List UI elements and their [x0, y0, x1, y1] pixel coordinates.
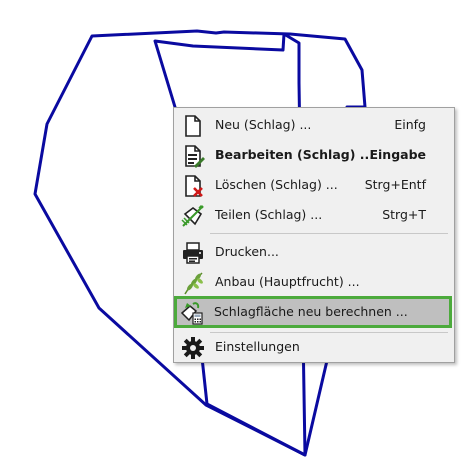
- menu-item-settings[interactable]: Einstellungen: [176, 333, 452, 362]
- menu-item-label: Bearbeiten (Schlag) ...: [215, 147, 375, 162]
- menu-item-label: Schlagfläche neu berechnen ...: [214, 304, 408, 319]
- new-document-icon: [181, 114, 205, 138]
- menu-separator: [210, 233, 448, 234]
- menu-item-main-crop[interactable]: Anbau (Hauptfrucht) ...: [176, 268, 452, 297]
- menu-item-label: Neu (Schlag) ...: [215, 117, 312, 132]
- menu-item-edit-field[interactable]: Bearbeiten (Schlag) ... Eingabe: [176, 141, 452, 170]
- menu-item-label: Einstellungen: [215, 339, 300, 354]
- menu-item-shortcut: Eingabe: [369, 147, 426, 162]
- menu-item-split-field[interactable]: Teilen (Schlag) ... Strg+T: [176, 201, 452, 230]
- delete-document-icon: [181, 174, 205, 198]
- menu-item-shortcut: Strg+Entf: [364, 177, 426, 192]
- edit-document-icon: [181, 144, 205, 168]
- menu-item-label: Löschen (Schlag) ...: [215, 177, 338, 192]
- menu-item-delete-field[interactable]: Löschen (Schlag) ... Strg+Entf: [176, 171, 452, 200]
- menu-item-label: Drucken...: [215, 244, 279, 259]
- recalculate-area-icon: [180, 301, 204, 325]
- menu-item-new-field[interactable]: Neu (Schlag) ... Einfg: [176, 111, 452, 140]
- menu-item-label: Anbau (Hauptfrucht) ...: [215, 274, 360, 289]
- context-menu: Neu (Schlag) ... Einfg Bearbeiten (Schla…: [173, 107, 455, 363]
- crop-wheat-icon: [181, 271, 205, 295]
- menu-item-print[interactable]: Drucken...: [176, 238, 452, 267]
- menu-item-shortcut: Strg+T: [382, 207, 426, 222]
- menu-item-label: Teilen (Schlag) ...: [215, 207, 323, 222]
- printer-icon: [181, 241, 205, 265]
- menu-item-shortcut: Einfg: [394, 117, 426, 132]
- gear-icon: [181, 336, 205, 360]
- split-field-icon: [181, 204, 205, 228]
- menu-item-recalculate-area[interactable]: Schlagfläche neu berechnen ...: [174, 296, 452, 328]
